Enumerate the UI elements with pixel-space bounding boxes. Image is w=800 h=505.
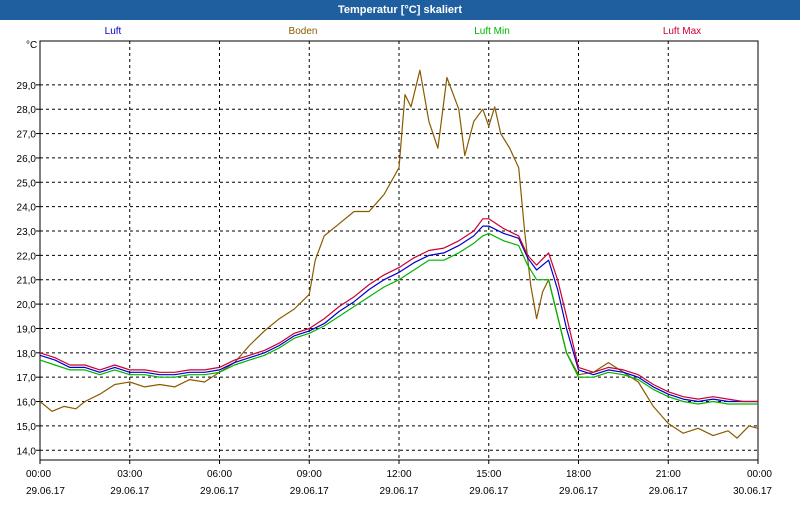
chart-area: 14,0 15,0 16,0 17,0 18,0 19,0 20,0 21,0 22,0 23,0…: [0, 20, 800, 500]
x-tick-date-label: 29.06.17: [200, 486, 239, 497]
chart-window: Temperatur [°C] skaliert 14,0 15,0 16,0 17,…: [0, 0, 800, 500]
y-tick-label: 14,0: [17, 446, 37, 457]
x-tick-time-label: 03:00: [117, 469, 142, 480]
y-axis-label: °C: [26, 40, 37, 51]
x-tick-date-label: 29.06.17: [290, 486, 329, 497]
y-tick-label: 19,0: [17, 324, 37, 335]
x-tick-time-label: 06:00: [207, 469, 232, 480]
x-tick-date-label: 29.06.17: [469, 486, 508, 497]
legend-entry: Luft Min: [474, 26, 510, 37]
x-tick-time-label: 21:00: [656, 469, 681, 480]
y-tick-label: 24,0: [17, 203, 37, 214]
y-tick-label: 21,0: [17, 276, 37, 287]
x-tick-time-label: 09:00: [297, 469, 322, 480]
x-tick-time-label: 12:00: [386, 469, 411, 480]
y-tick-label: 23,0: [17, 227, 37, 238]
x-tick-date-label: 29.06.17: [380, 486, 419, 497]
x-tick-date-label: 29.06.17: [559, 486, 598, 497]
y-tick-label: 27,0: [17, 130, 37, 141]
legend-entry: Luft: [105, 26, 122, 37]
x-tick-time-label: 00:00: [747, 469, 772, 480]
x-tick-time-label: 00:00: [26, 469, 51, 480]
y-tick-label: 28,0: [17, 105, 37, 116]
temperature-chart: 14,0 15,0 16,0 17,0 18,0 19,0 20,0 21,0 22,0 23,0…: [17, 26, 773, 497]
window-title: Temperatur [°C] skaliert: [0, 0, 800, 20]
legend-entry: Luft Max: [663, 26, 701, 37]
y-tick-label: 18,0: [17, 349, 37, 360]
y-tick-label: 26,0: [17, 154, 37, 165]
x-tick-date-label: 29.06.17: [110, 486, 149, 497]
x-tick-date-label: 30.06.17: [733, 486, 772, 497]
y-tick-label: 29,0: [17, 81, 37, 92]
legend-entry: Boden: [289, 26, 318, 37]
y-tick-label: 25,0: [17, 178, 37, 189]
x-tick-time-label: 18:00: [566, 469, 591, 480]
x-tick-date-label: 29.06.17: [649, 486, 688, 497]
x-tick-date-label: 29.06.17: [26, 486, 65, 497]
x-tick-time-label: 15:00: [476, 469, 501, 480]
y-tick-label: 17,0: [17, 373, 37, 384]
y-tick-label: 20,0: [17, 300, 37, 311]
y-tick-label: 22,0: [17, 251, 37, 262]
y-tick-label: 16,0: [17, 398, 37, 409]
y-tick-label: 15,0: [17, 422, 37, 433]
